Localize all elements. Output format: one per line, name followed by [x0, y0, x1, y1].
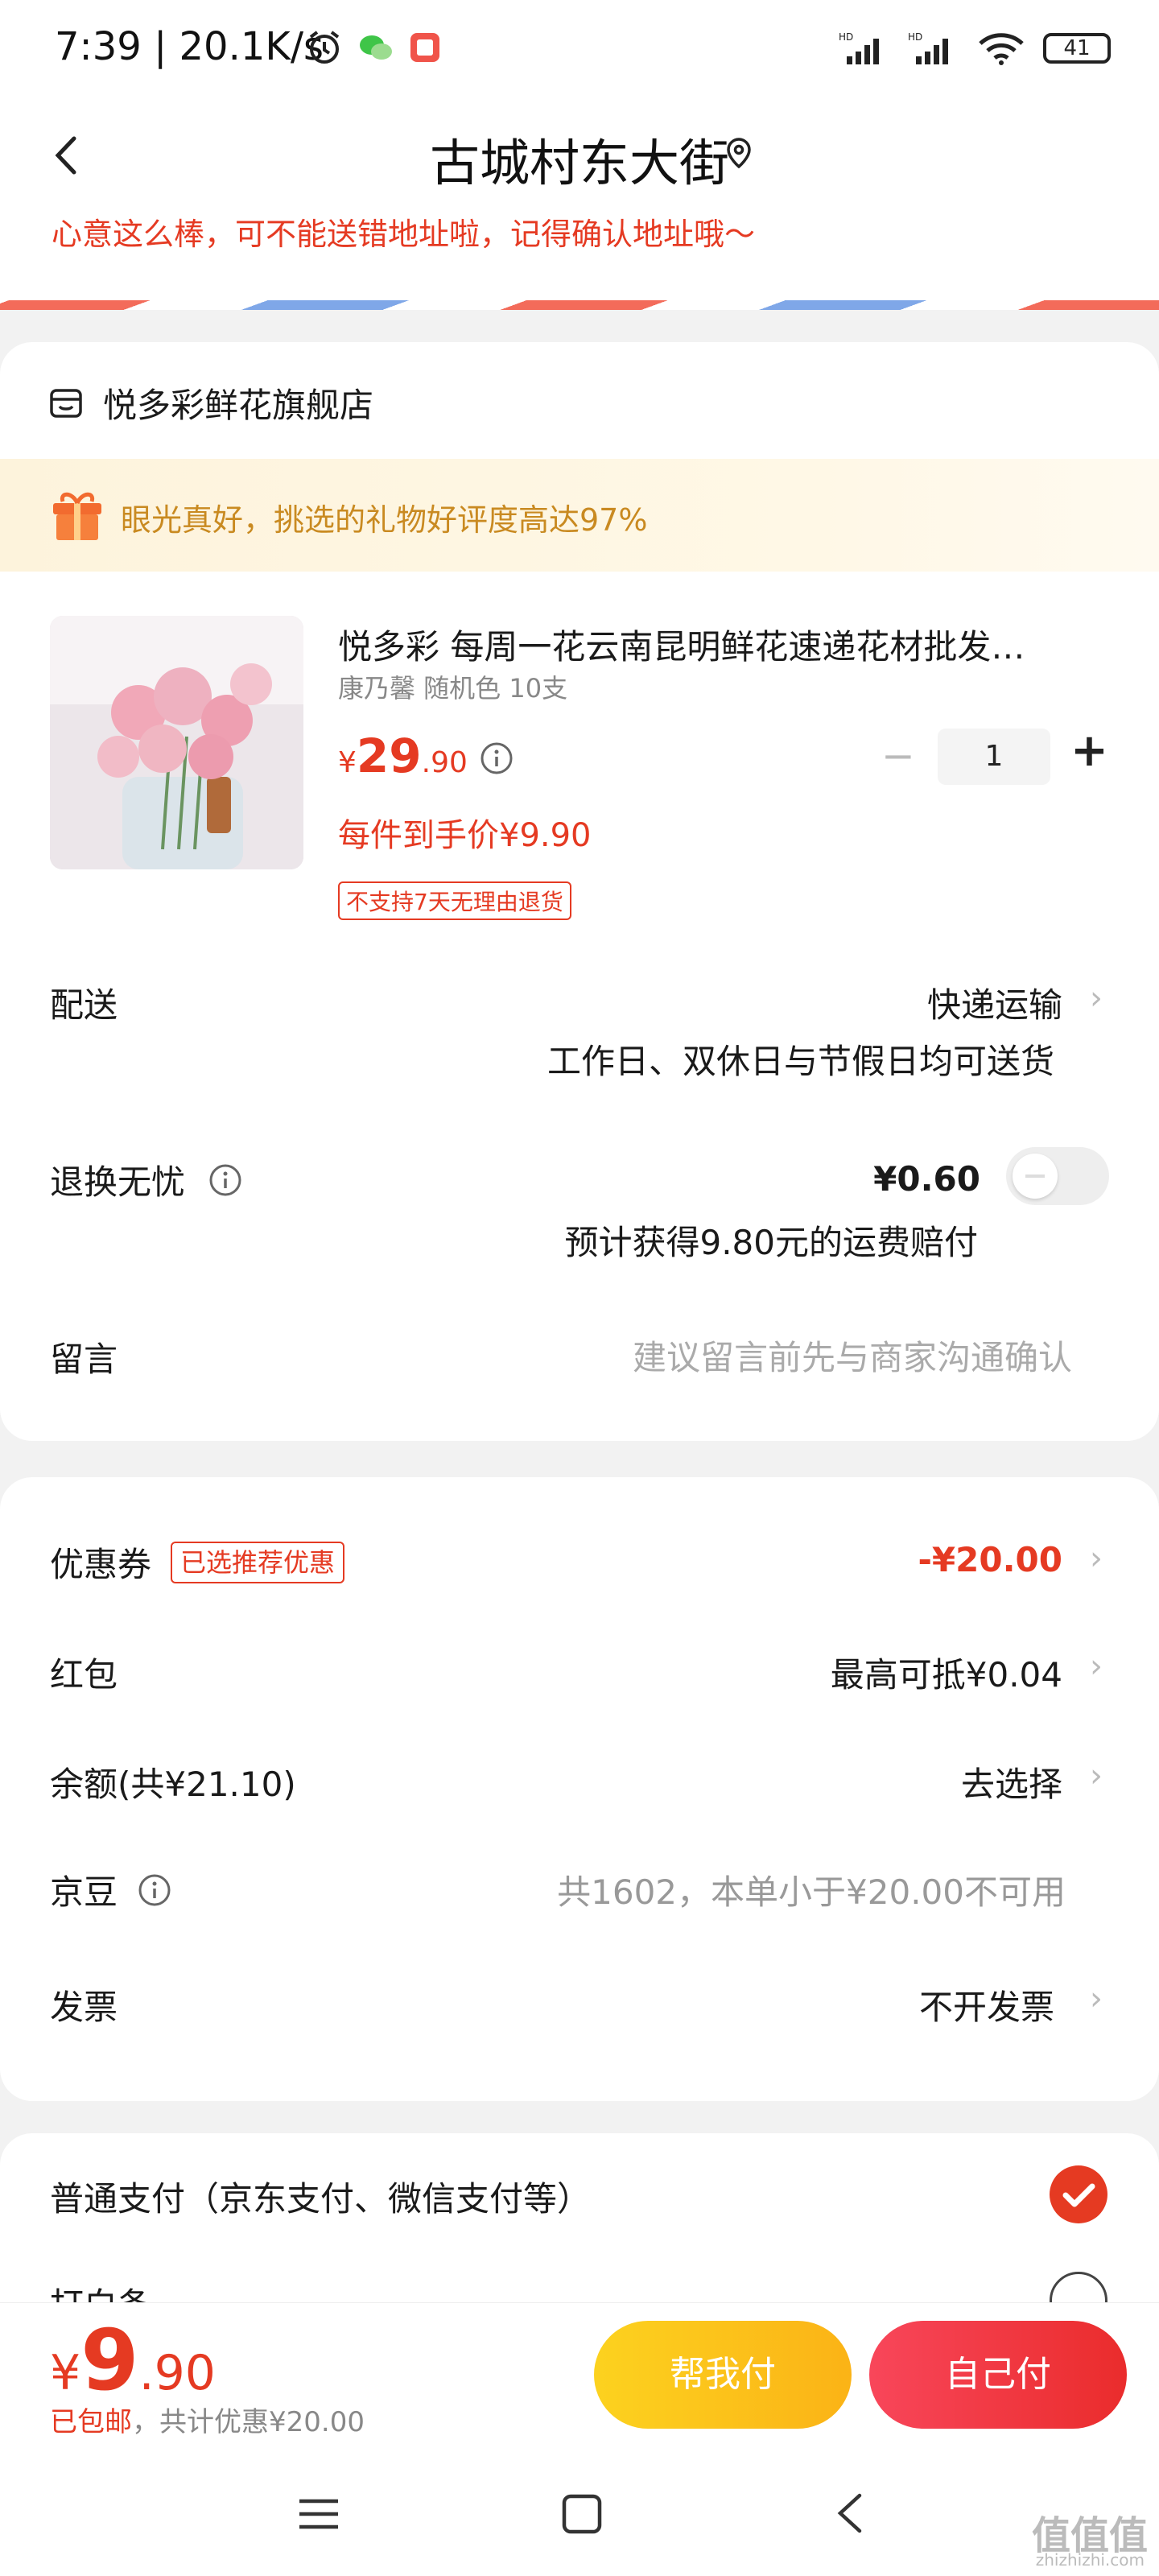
discount-card: 优惠券 已选推荐优惠 -¥20.00 › 红包 最高可抵¥0.04 › 余额(共… [0, 1477, 1159, 2101]
status-bar: 7:39 | 20.1K/s HD HD 41 [0, 0, 1159, 105]
coupon-value[interactable]: -¥20.00 [918, 1540, 1062, 1579]
price-info-icon[interactable] [479, 741, 514, 779]
redpacket-label: 红包 [50, 1655, 118, 1695]
delivery-label: 配送 [50, 985, 118, 1025]
balance-value[interactable]: 去选择 [961, 1757, 1062, 1806]
store-icon [50, 388, 82, 418]
price-integer: 29 [356, 729, 422, 783]
app-notification-icon [410, 33, 439, 62]
delivery-method[interactable]: 快递运输 [927, 978, 1062, 1027]
menu-icon[interactable] [296, 2491, 341, 2540]
jingdou-value: 共1602，本单小于¥20.00不可用 [557, 1872, 1066, 1912]
notification-icons [306, 29, 441, 66]
gift-icon [50, 487, 105, 547]
gift-banner: 眼光真好，挑选的礼物好评度高达97% [0, 459, 1159, 572]
wechat-icon [360, 35, 392, 60]
wifi-icon [979, 33, 1024, 65]
shop-name: 悦多彩鲜花旗舰店 [103, 386, 374, 425]
return-info-icon[interactable] [208, 1162, 243, 1198]
price-decimal: .90 [421, 746, 468, 779]
toggle-knob-line [1025, 1174, 1045, 1178]
coupon-label: 优惠券 [50, 1545, 152, 1584]
invoice-value[interactable]: 不开发票 [919, 1980, 1054, 2029]
toggle-knob [1013, 1154, 1058, 1199]
return-insurance-note: 预计获得9.80元的运费赔付 [564, 1223, 978, 1262]
jingdou-info-icon[interactable] [137, 1872, 172, 1908]
total-integer: 9 [80, 2311, 139, 2409]
message-input[interactable]: 建议留言前先与商家沟通确认 [633, 1331, 1072, 1380]
jingdou-row: 京豆 [50, 1865, 172, 1914]
redpacket-chevron-right-icon[interactable]: › [1090, 1648, 1103, 1685]
coupon-row[interactable]: 优惠券 已选推荐优惠 [50, 1538, 345, 1587]
shipping-free-text: 已包邮 [50, 2406, 132, 2438]
page-header: 古城村东大街 [0, 105, 1159, 209]
coupon-chevron-right-icon[interactable]: › [1090, 1540, 1103, 1577]
signal-icon-2: HD [908, 31, 948, 64]
delivery-chevron-right-icon[interactable]: › [1090, 980, 1103, 1017]
svg-text:HD: HD [908, 31, 922, 43]
invoice-label: 发票 [50, 1988, 118, 2027]
status-time-speed: 7:39 | 20.1K/s [55, 24, 324, 69]
gift-banner-text: 眼光真好，挑选的礼物好评度高达97% [121, 502, 648, 538]
system-status-icons: HD HD 41 [839, 31, 1111, 66]
total-decimal: .90 [138, 2345, 216, 2401]
location-icon[interactable] [724, 137, 753, 172]
return-insurance-label: 退换无忧 [50, 1162, 186, 1202]
quantity-decrease-button[interactable]: − [881, 733, 915, 779]
balance-label: 余额(共¥21.10) [50, 1765, 296, 1804]
self-pay-button[interactable]: 自己付 [869, 2321, 1127, 2429]
shop-row[interactable]: 悦多彩鲜花旗舰店 [48, 378, 373, 427]
price-currency: ¥ [338, 746, 357, 779]
invoice-chevron-right-icon[interactable]: › [1090, 1980, 1103, 2017]
total-price: ¥ 9 .90 [50, 2311, 216, 2409]
svg-text:HD: HD [839, 31, 853, 43]
total-currency: ¥ [50, 2345, 81, 2401]
discount-note-text: ，共计优惠¥20.00 [132, 2406, 365, 2438]
no-return-tag: 不支持7天无理由退货 [338, 881, 571, 920]
help-pay-button[interactable]: 帮我付 [594, 2321, 852, 2429]
network-speed: 20.1K/s [179, 24, 324, 69]
return-insurance-row: 退换无忧 [50, 1155, 243, 1204]
checkout-bar: ¥ 9 .90 已包邮，共计优惠¥20.00 帮我付 自己付 [0, 2302, 1159, 2455]
signal-icon: HD [839, 31, 879, 64]
message-label: 留言 [50, 1340, 118, 1379]
address-banner[interactable]: 心意这么棒，可不能送错地址啦，记得确认地址哦～ [0, 209, 1159, 310]
product-image[interactable] [50, 616, 303, 869]
payment-normal-checkbox[interactable] [1050, 2165, 1107, 2223]
home-icon[interactable] [559, 2491, 604, 2540]
balance-chevron-right-icon[interactable]: › [1090, 1757, 1103, 1794]
unit-price: 每件到手价¥9.90 [338, 817, 592, 854]
delivery-note: 工作日、双休日与节假日均可送货 [547, 1042, 1054, 1081]
battery-icon: 41 [1043, 33, 1111, 64]
quantity-increase-button[interactable]: + [1070, 724, 1108, 777]
address-tip: 心意这么棒，可不能送错地址啦，记得确认地址哦～ [52, 217, 756, 252]
status-time: 7:39 [55, 24, 142, 69]
check-icon [1062, 2183, 1095, 2207]
payment-normal-label[interactable]: 普通支付（京东支付、微信支付等） [50, 2172, 591, 2221]
nav-back-icon[interactable] [829, 2489, 874, 2541]
return-insurance-toggle[interactable] [1006, 1147, 1109, 1205]
redpacket-value[interactable]: 最高可抵¥0.04 [831, 1648, 1062, 1697]
quantity-input[interactable]: 1 [938, 729, 1050, 785]
order-card: 悦多彩鲜花旗舰店 眼光真好，挑选的礼物好评度高达97% 悦多彩 每周一花云南昆明… [0, 342, 1159, 1441]
total-note: 已包邮，共计优惠¥20.00 [50, 2400, 365, 2439]
alarm-icon [309, 31, 340, 64]
return-insurance-price: ¥0.60 [873, 1159, 980, 1199]
status-divider: | [154, 24, 179, 69]
coupon-tag: 已选推荐优惠 [171, 1541, 345, 1583]
jingdou-label: 京豆 [50, 1872, 118, 1912]
page-title[interactable]: 古城村东大街 [0, 122, 1159, 195]
product-spec[interactable]: 康乃馨 随机色 10支 [338, 668, 567, 705]
watermark-url: zhizhizhi.com [1035, 2550, 1145, 2570]
airmail-border [0, 300, 1159, 310]
system-nav-bar [0, 2455, 1159, 2576]
product-title[interactable]: 悦多彩 每周一花云南昆明鲜花速递花材批发… [338, 620, 1111, 669]
product-price: ¥ 29 .90 [338, 729, 468, 783]
